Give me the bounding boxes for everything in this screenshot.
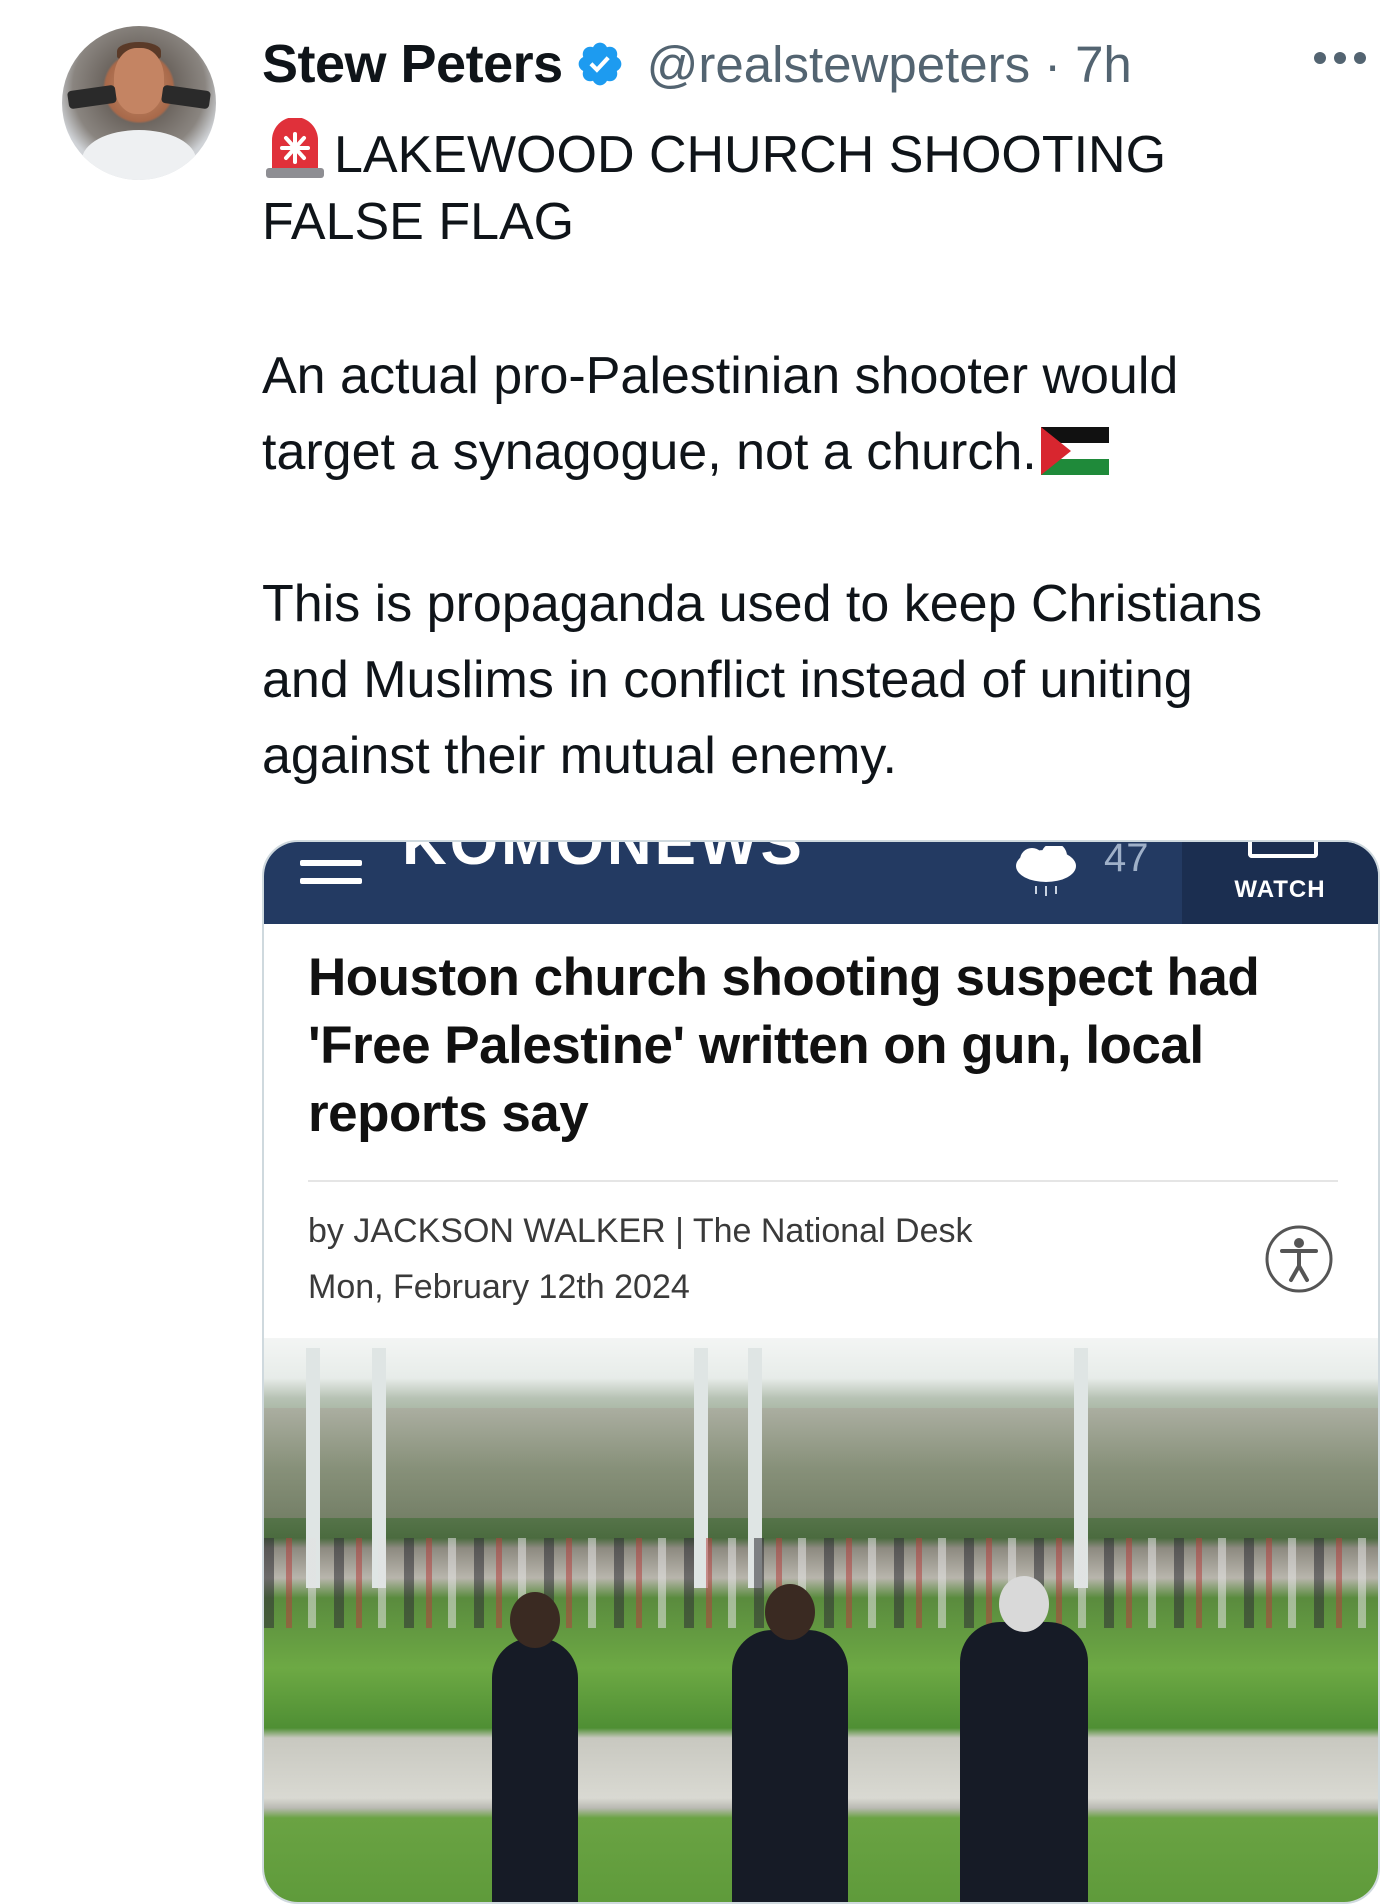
headline-divider [308, 1180, 1338, 1182]
avatar-shirt [82, 130, 196, 180]
watch-button[interactable]: WATCH [1182, 842, 1378, 924]
menu-icon[interactable] [300, 860, 362, 896]
tweet-timestamp[interactable]: 7h [1075, 35, 1132, 94]
author-name[interactable]: Stew Peters [262, 33, 563, 95]
avatar-face [114, 48, 164, 114]
photo-officer [960, 1576, 1088, 1902]
photo-building [264, 1408, 1378, 1518]
weather-temperature: 47 [1104, 840, 1149, 880]
site-logo[interactable]: KOMONEWS [402, 842, 805, 879]
tweet-text-line-2: FALSE FLAG [262, 193, 575, 251]
news-navbar: KOMONEWS 47 WATCH [264, 842, 1378, 924]
article-photo [264, 1338, 1378, 1902]
author-handle[interactable]: @realstewpeters [647, 35, 1030, 94]
more-options-icon[interactable] [1314, 52, 1366, 64]
accessibility-icon[interactable] [1264, 1224, 1334, 1294]
tweet-text-line-3: An actual pro-Palestinian shooter would [262, 347, 1179, 405]
article-headline[interactable]: Houston church shooting suspect had 'Fre… [308, 944, 1308, 1148]
tweet-text-l4: target a synagogue, not a church. [262, 423, 1037, 481]
article-screenshot-card[interactable]: KOMONEWS 47 WATCH Houston church shootin… [262, 840, 1380, 1904]
avatar-right-pistol [160, 84, 212, 110]
tweet-text-line-6: and Muslims in conflict instead of uniti… [262, 651, 1193, 709]
photo-officer [732, 1584, 848, 1902]
photo-crowd [264, 1538, 1378, 1628]
verified-badge-icon [578, 42, 622, 86]
author-avatar[interactable] [62, 26, 216, 180]
tweet-text-l1: LAKEWOOD CHURCH SHOOTING [334, 126, 1167, 184]
tweet-text-line-4: target a synagogue, not a church. [262, 420, 1109, 484]
article-byline: by JACKSON WALKER | The National Desk [308, 1212, 973, 1250]
article-date: Mon, February 12th 2024 [308, 1268, 690, 1306]
tweet-text-line-7: against their mutual enemy. [262, 727, 897, 785]
watch-label: WATCH [1234, 876, 1326, 903]
tweet-header: Stew Peters @realstewpeters · 7h [262, 32, 1132, 96]
photo-officer [492, 1592, 578, 1902]
rain-cloud-icon [1016, 846, 1076, 896]
siren-emoji-icon [266, 118, 324, 178]
tweet-text-line-1: LAKEWOOD CHURCH SHOOTING [262, 118, 1166, 187]
palestine-flag-emoji-icon [1040, 427, 1109, 475]
header-separator: · [1044, 35, 1062, 93]
tv-icon [1248, 842, 1318, 858]
tweet-text-line-5: This is propaganda used to keep Christia… [262, 575, 1263, 633]
avatar-left-pistol [66, 84, 118, 110]
